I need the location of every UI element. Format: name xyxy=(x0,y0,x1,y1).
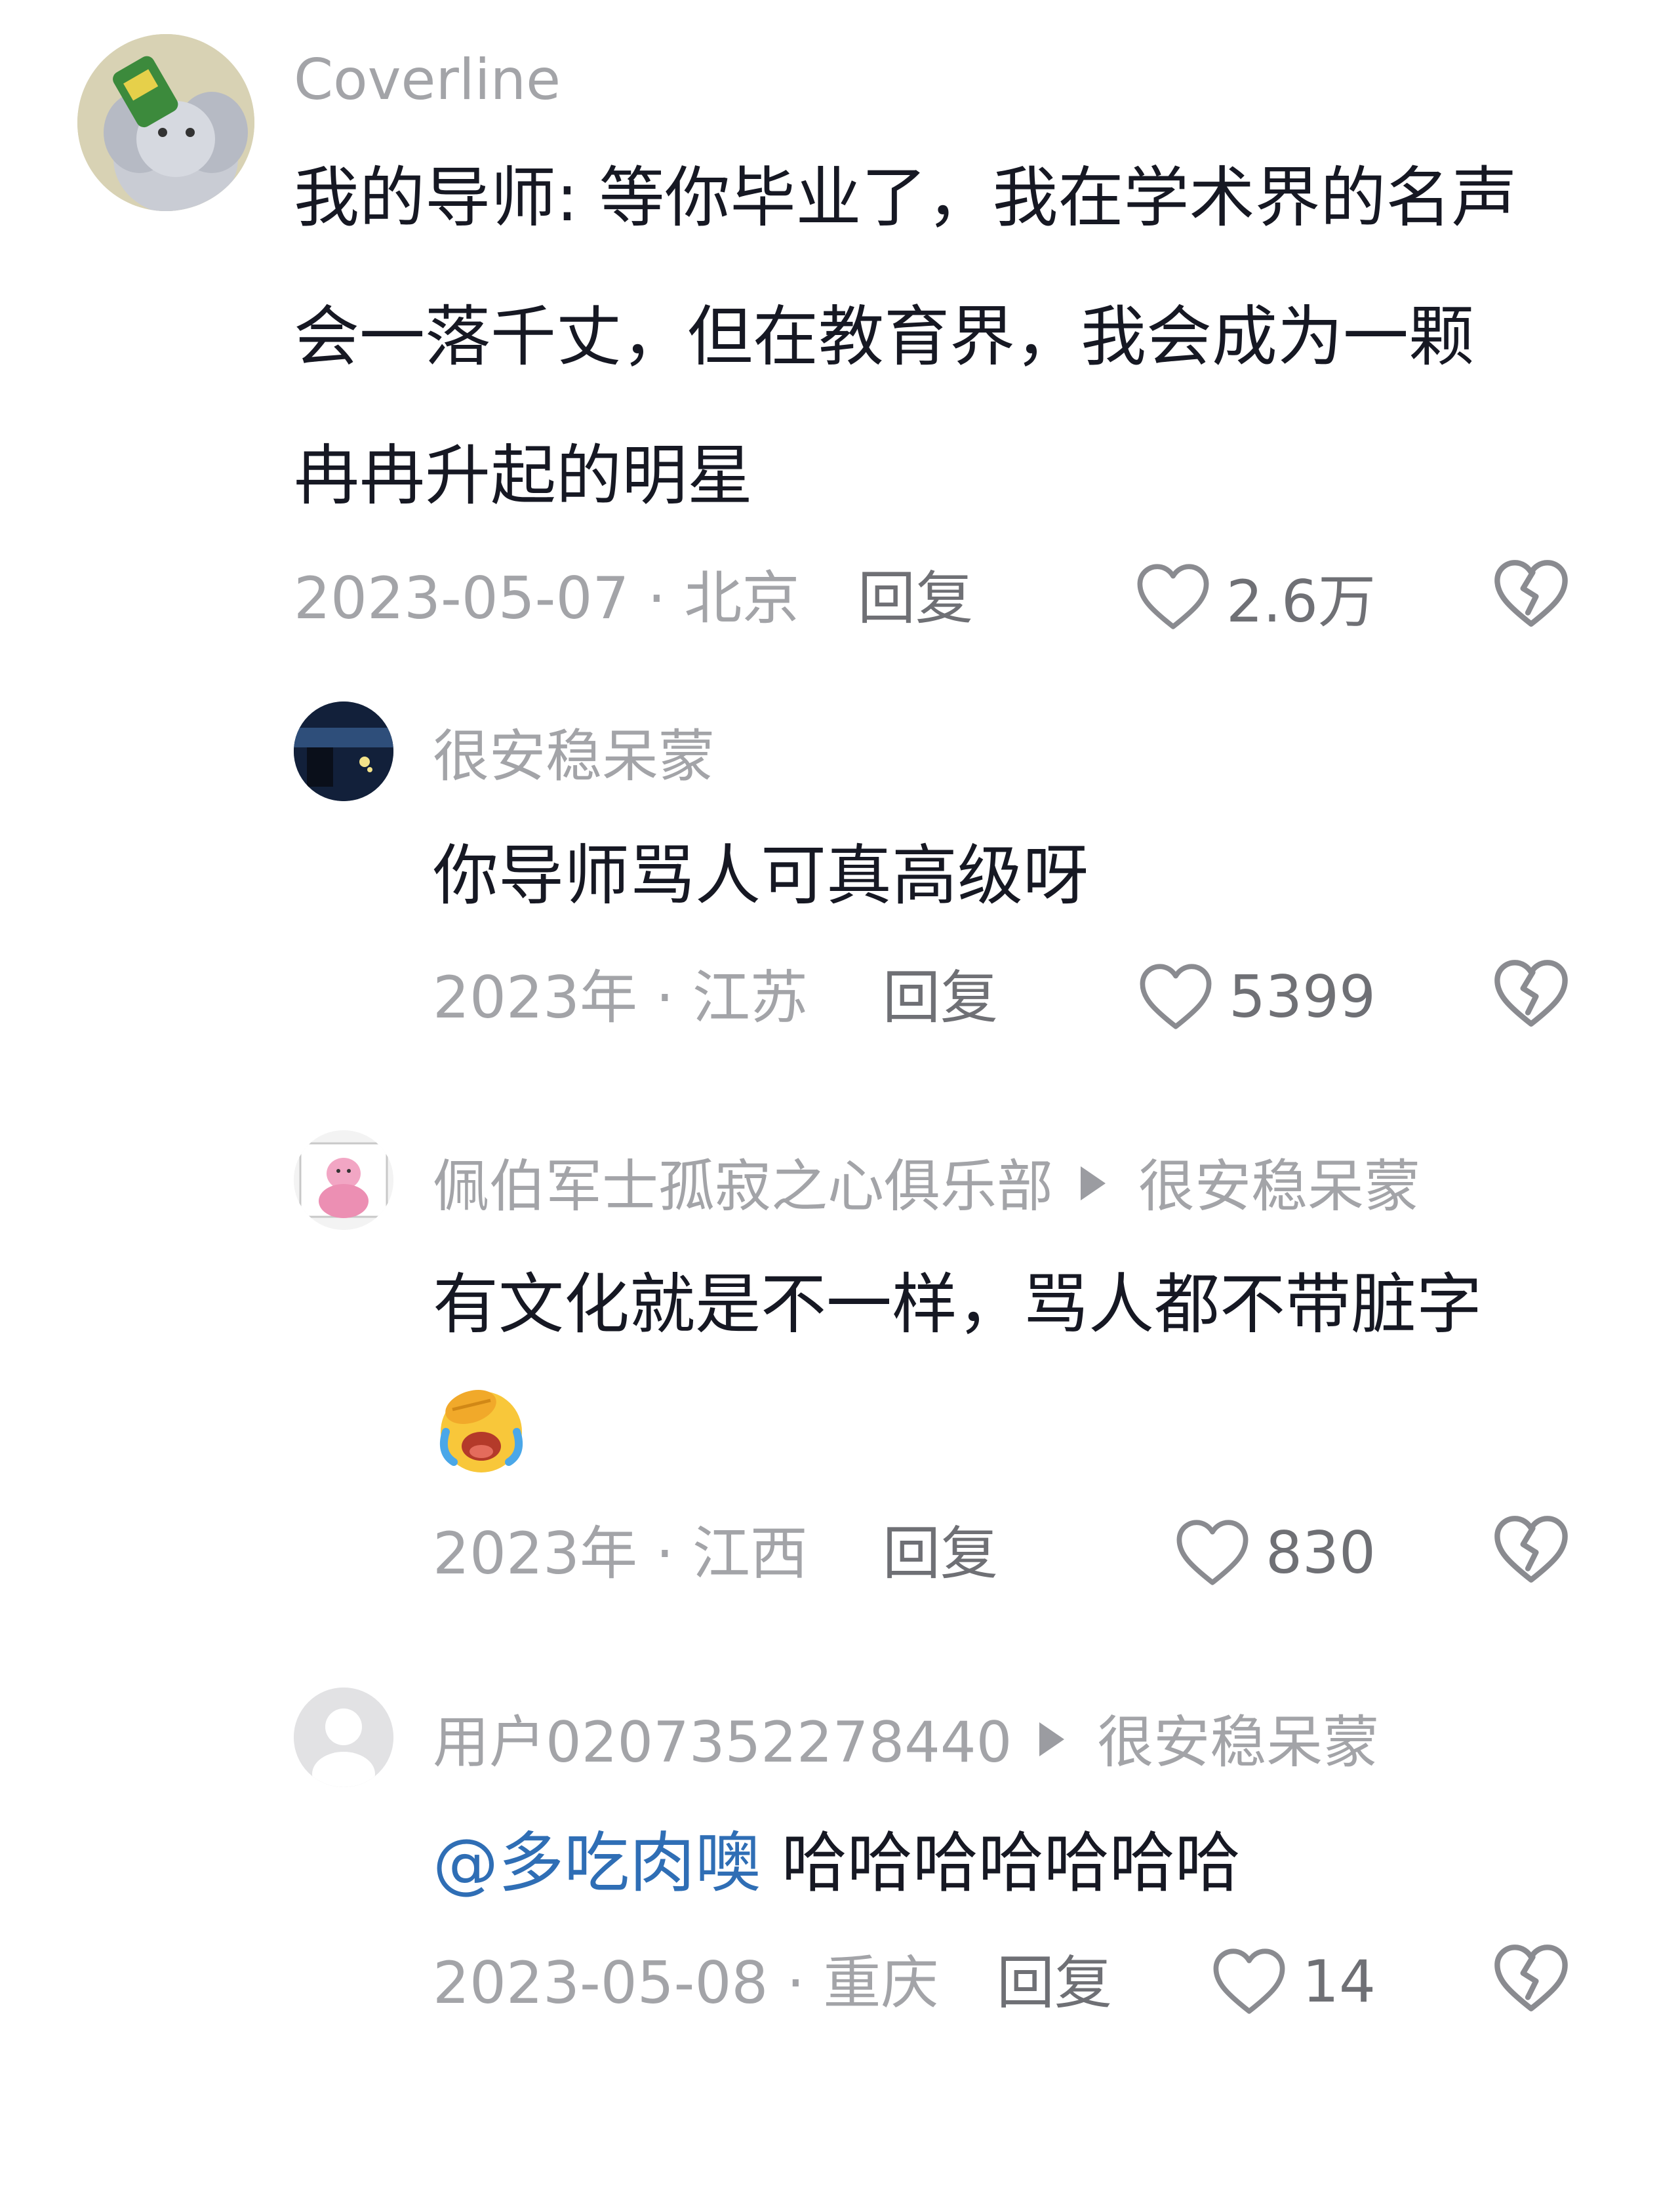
reply-target-username[interactable]: 很安稳呆蒙 xyxy=(1097,1710,1379,1775)
mention-link[interactable]: @多吃肉噢 xyxy=(433,1825,761,1901)
avatar[interactable] xyxy=(77,34,254,211)
reply-to-arrow-icon xyxy=(1081,1166,1106,1200)
reply-content: 有文化就是不一样，骂人都不带脏字 xyxy=(433,1266,1482,1343)
reply-button[interactable]: 回复 xyxy=(858,563,973,635)
like-button[interactable]: 5399 xyxy=(1137,957,1376,1036)
broken-heart-icon[interactable] xyxy=(1492,957,1570,1029)
reply-username[interactable]: 佩伯军士孤寂之心俱乐部 很安稳呆蒙 xyxy=(433,1154,1420,1219)
heart-icon xyxy=(1140,964,1212,1029)
reply-content-text: 哈哈哈哈哈哈哈 xyxy=(761,1825,1241,1901)
avatar[interactable] xyxy=(294,701,393,801)
reply-content: 你导师骂人可真高级呀 xyxy=(433,837,1089,914)
comment-content: 我的导师: 等你毕业了，我在学术界的名声 会一落千丈，但在教育界，我会成为一颗 … xyxy=(294,128,1517,545)
like-count: 5399 xyxy=(1229,962,1376,1031)
comment-date-location: 2023-05-07 · 北京 xyxy=(294,564,800,632)
broken-heart-icon[interactable] xyxy=(1492,1513,1570,1585)
comment-content-line: 会一落千丈，但在教育界，我会成为一颗 xyxy=(294,298,1474,375)
like-button[interactable]: 14 xyxy=(1210,1942,1376,2021)
heart-icon xyxy=(1176,1520,1249,1585)
reply-to-arrow-icon xyxy=(1039,1722,1065,1756)
reply-date-location: 2023年 · 江西 xyxy=(433,1520,808,1587)
reply-author[interactable]: 佩伯军士孤寂之心俱乐部 xyxy=(433,1154,1053,1219)
comment-content-line: 我的导师: 等你毕业了，我在学术界的名声 xyxy=(294,159,1517,236)
like-count: 830 xyxy=(1266,1518,1376,1587)
comment-content-line: 冉冉升起的明星 xyxy=(294,437,753,514)
broken-heart-icon[interactable] xyxy=(1492,557,1570,629)
reply-author[interactable]: 用户0207352278440 xyxy=(433,1710,1012,1775)
reply-button[interactable]: 回复 xyxy=(997,1947,1112,2019)
reply-content: @多吃肉噢 哈哈哈哈哈哈哈 xyxy=(433,1794,1241,1933)
like-button[interactable]: 2.6万 xyxy=(1134,557,1376,636)
like-count: 14 xyxy=(1302,1947,1376,2015)
night-scene-avatar-icon xyxy=(294,701,393,801)
reply-username[interactable]: 用户0207352278440 很安稳呆蒙 xyxy=(433,1710,1379,1775)
reply-button[interactable]: 回复 xyxy=(883,962,998,1034)
reply-date-location: 2023年 · 江苏 xyxy=(433,964,808,1031)
cartoon-elephant-avatar-icon xyxy=(77,34,254,211)
avatar[interactable] xyxy=(294,1688,393,1787)
avatar[interactable] xyxy=(294,1130,393,1230)
reply-button[interactable]: 回复 xyxy=(883,1518,998,1590)
reply-username[interactable]: 很安稳呆蒙 xyxy=(433,724,715,789)
cartoon-character-avatar-icon xyxy=(294,1130,393,1230)
heart-icon xyxy=(1213,1948,1285,2014)
comment-username[interactable]: Coverline xyxy=(294,47,561,113)
reply-target-username[interactable]: 很安稳呆蒙 xyxy=(1138,1154,1420,1219)
like-count: 2.6万 xyxy=(1226,567,1376,635)
reply-date-location: 2023-05-08 · 重庆 xyxy=(433,1949,939,2017)
like-button[interactable]: 830 xyxy=(1174,1513,1376,1592)
default-user-avatar-icon xyxy=(294,1688,393,1787)
facepalm-laughing-emoji xyxy=(433,1381,530,1478)
heart-icon xyxy=(1137,564,1209,629)
broken-heart-icon[interactable] xyxy=(1492,1942,1570,2014)
